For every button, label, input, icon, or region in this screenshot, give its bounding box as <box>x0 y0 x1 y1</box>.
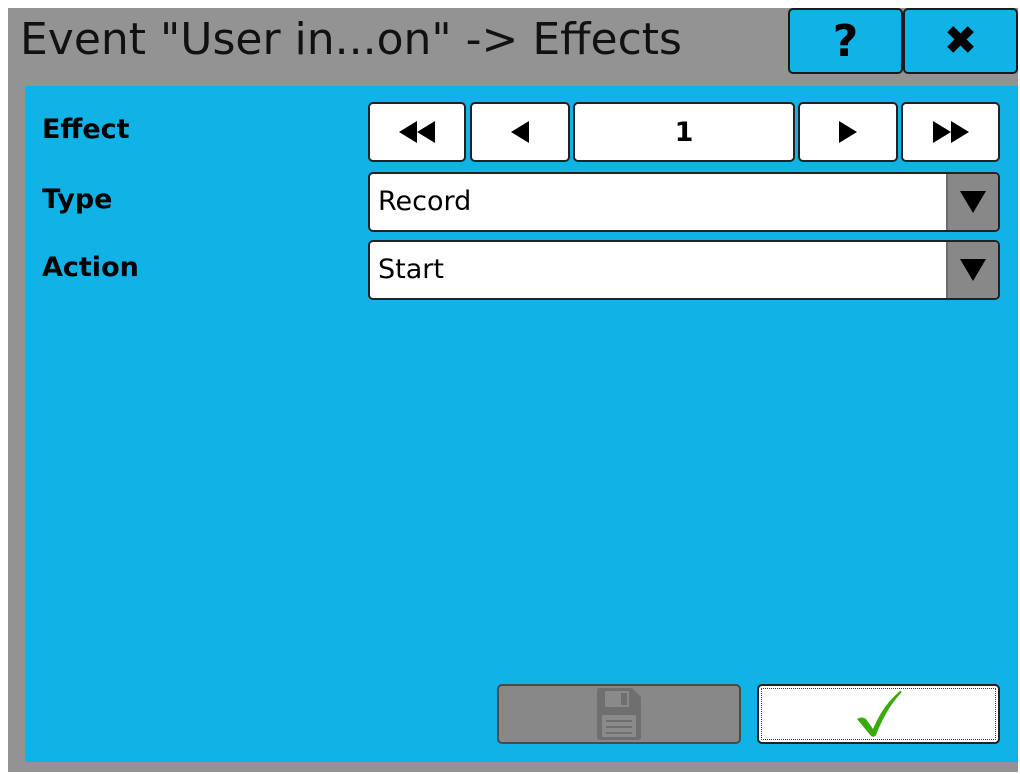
type-label: Type <box>42 184 113 215</box>
confirm-button[interactable] <box>757 684 1000 744</box>
action-dropdown-button[interactable] <box>946 242 998 298</box>
type-select-value: Record <box>378 186 472 217</box>
previous-effect-button[interactable] <box>470 102 570 162</box>
effect-index-value: 1 <box>674 116 694 148</box>
save-button[interactable] <box>497 684 741 744</box>
action-select[interactable]: Start <box>368 240 1000 300</box>
action-select-value: Start <box>378 254 444 285</box>
last-effect-button[interactable] <box>901 102 1000 162</box>
window-title: Event "User in...on" -> Effects <box>20 14 682 65</box>
effect-counter: 1 <box>573 102 795 162</box>
effect-label: Effect <box>42 114 130 145</box>
left-arrow-icon <box>511 121 529 143</box>
checkmark-icon <box>856 690 901 737</box>
dropdown-arrow-icon <box>960 259 986 281</box>
help-icon: ? <box>832 15 859 67</box>
dropdown-arrow-icon <box>960 191 986 213</box>
double-right-arrow-icon <box>932 121 969 143</box>
type-dropdown-button[interactable] <box>946 174 998 230</box>
right-arrow-icon <box>839 121 857 143</box>
double-left-arrow-icon <box>399 121 435 143</box>
first-effect-button[interactable] <box>368 102 466 162</box>
close-icon: ✖ <box>943 18 978 64</box>
action-label: Action <box>42 252 139 283</box>
help-button[interactable]: ? <box>788 8 903 74</box>
close-button[interactable]: ✖ <box>903 8 1018 74</box>
type-select[interactable]: Record <box>368 172 1000 232</box>
floppy-disk-icon <box>597 688 641 740</box>
next-effect-button[interactable] <box>798 102 898 162</box>
